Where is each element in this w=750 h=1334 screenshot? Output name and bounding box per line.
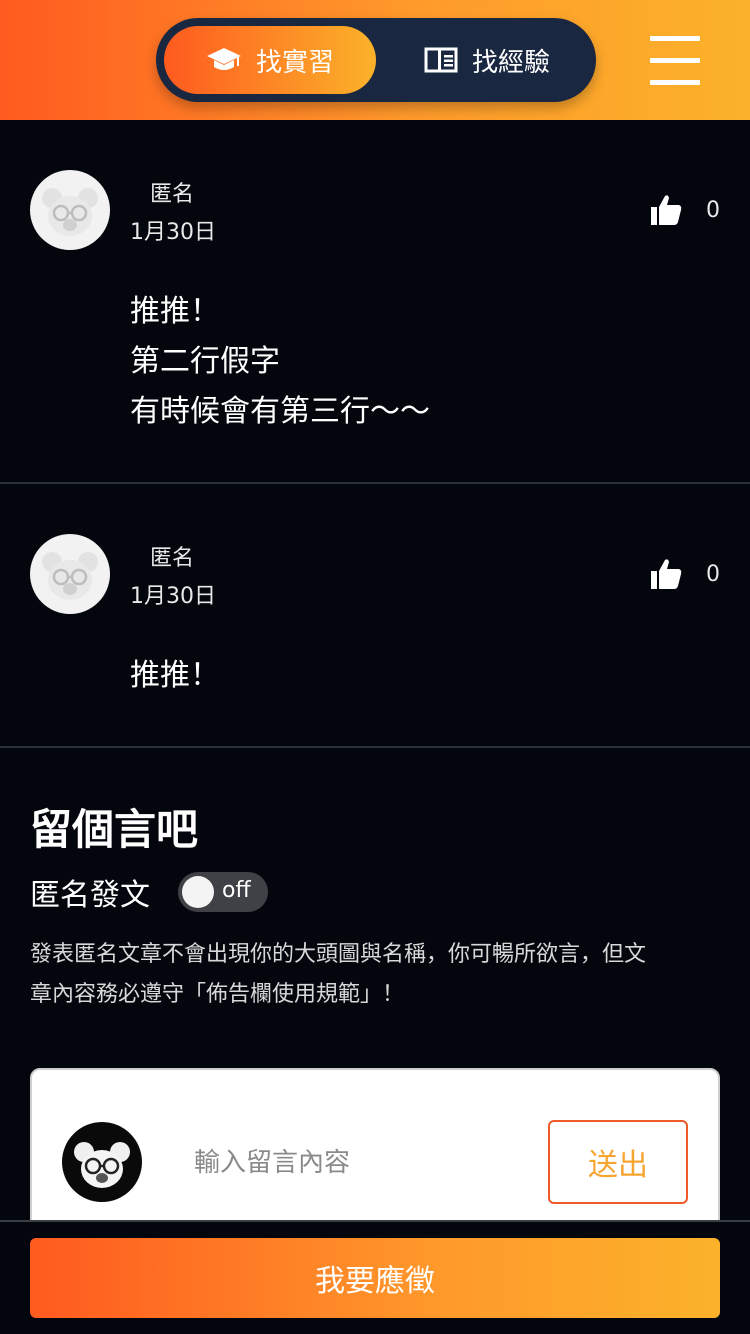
tab-find-internship[interactable]: 找實習 — [164, 26, 376, 94]
comment-text-line: 推推！ — [130, 658, 220, 693]
graduation-cap-icon — [206, 48, 241, 70]
like-count: 0 — [706, 198, 720, 223]
user-avatar — [62, 1122, 142, 1202]
tab-switcher: 找實習 找經驗 — [156, 18, 596, 102]
toggle-knob — [182, 876, 214, 908]
comment-author: 匿名 — [150, 546, 195, 571]
koala-avatar-icon — [42, 188, 98, 236]
tab-label: 找實習 — [255, 47, 334, 78]
tab-find-experience[interactable]: 找經驗 — [392, 26, 582, 94]
anonymous-toggle[interactable]: off — [178, 872, 268, 912]
comment-author: 匿名 — [150, 182, 195, 207]
comment-date: 1月30日 — [130, 220, 216, 245]
comment-item: 匿名 1月30日 0 推推！ 第二行假字 有時候會有第三行～～ — [0, 120, 750, 484]
anonymous-post-label: 匿名發文 — [30, 878, 150, 913]
comment-item: 匿名 1月30日 0 推推！ — [0, 484, 750, 748]
like-count: 0 — [706, 562, 720, 587]
book-icon — [424, 47, 458, 73]
anonymous-notice-line: 章內容務必遵守「佈告欄使用規範」！ — [30, 982, 405, 1007]
thumbs-up-icon[interactable] — [648, 556, 684, 592]
thumbs-up-icon[interactable] — [648, 192, 684, 228]
hamburger-menu-icon[interactable] — [650, 36, 700, 86]
bottom-action-bar: 我要應徵 — [0, 1220, 750, 1334]
avatar — [30, 170, 110, 250]
avatar — [30, 534, 110, 614]
send-button[interactable]: 送出 — [548, 1120, 688, 1204]
apply-button[interactable]: 我要應徵 — [30, 1238, 720, 1318]
comment-text-line: 有時候會有第三行～～ — [130, 394, 430, 429]
tab-label: 找經驗 — [471, 47, 550, 78]
comment-text-line: 第二行假字 — [130, 344, 280, 379]
comment-text-line: 推推！ — [130, 294, 220, 329]
toggle-state-text: off — [222, 878, 251, 903]
anonymous-notice-line: 發表匿名文章不會出現你的大頭圖與名稱，你可暢所欲言，但文 — [30, 942, 647, 967]
compose-title: 留個言吧 — [30, 805, 199, 854]
comment-input[interactable] — [194, 1140, 524, 1186]
comment-date: 1月30日 — [130, 584, 216, 609]
koala-avatar-icon — [42, 552, 98, 600]
top-header: 找實習 找經驗 — [0, 0, 750, 120]
koala-avatar-icon — [74, 1142, 130, 1188]
